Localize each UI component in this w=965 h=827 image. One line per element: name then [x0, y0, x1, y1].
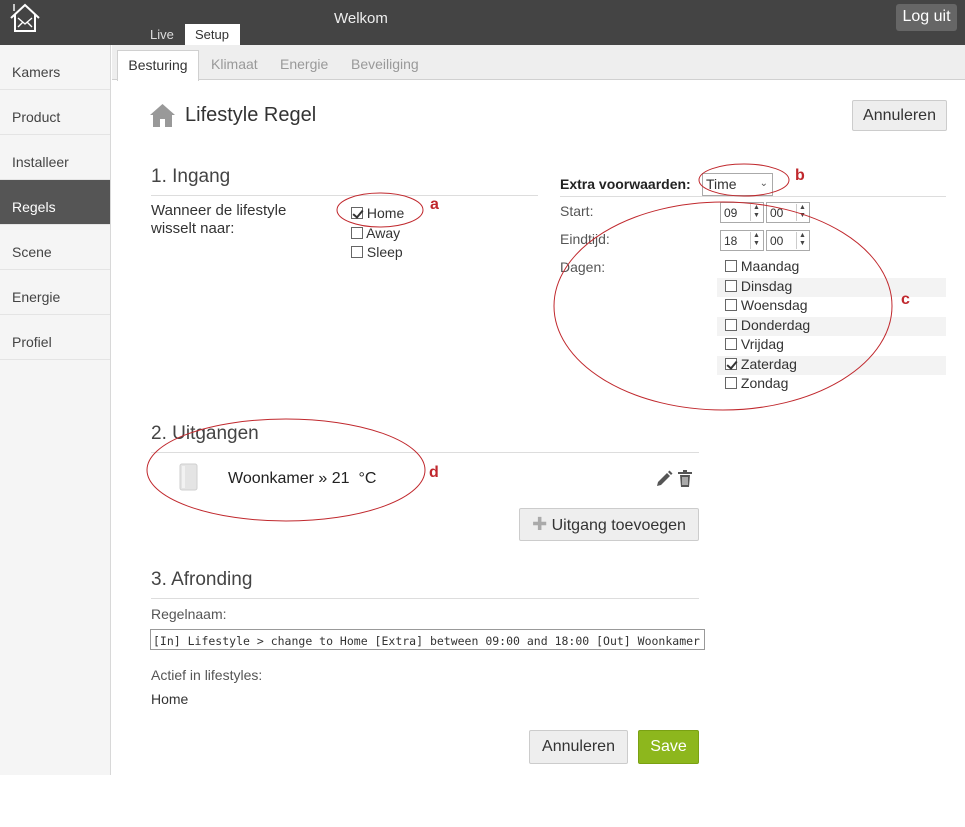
annotation-label-d: d	[429, 464, 439, 481]
annotation-ellipse-b	[698, 163, 790, 197]
annotation-label-b: b	[795, 167, 805, 184]
annotation-ellipse-c	[553, 201, 893, 411]
annotation-label-a: a	[430, 196, 439, 213]
annotation-ellipse-d	[146, 418, 426, 522]
annotation-overlay	[146, 163, 893, 522]
annotation-label-c: c	[901, 291, 910, 308]
annotation-ellipse-a	[336, 192, 424, 228]
